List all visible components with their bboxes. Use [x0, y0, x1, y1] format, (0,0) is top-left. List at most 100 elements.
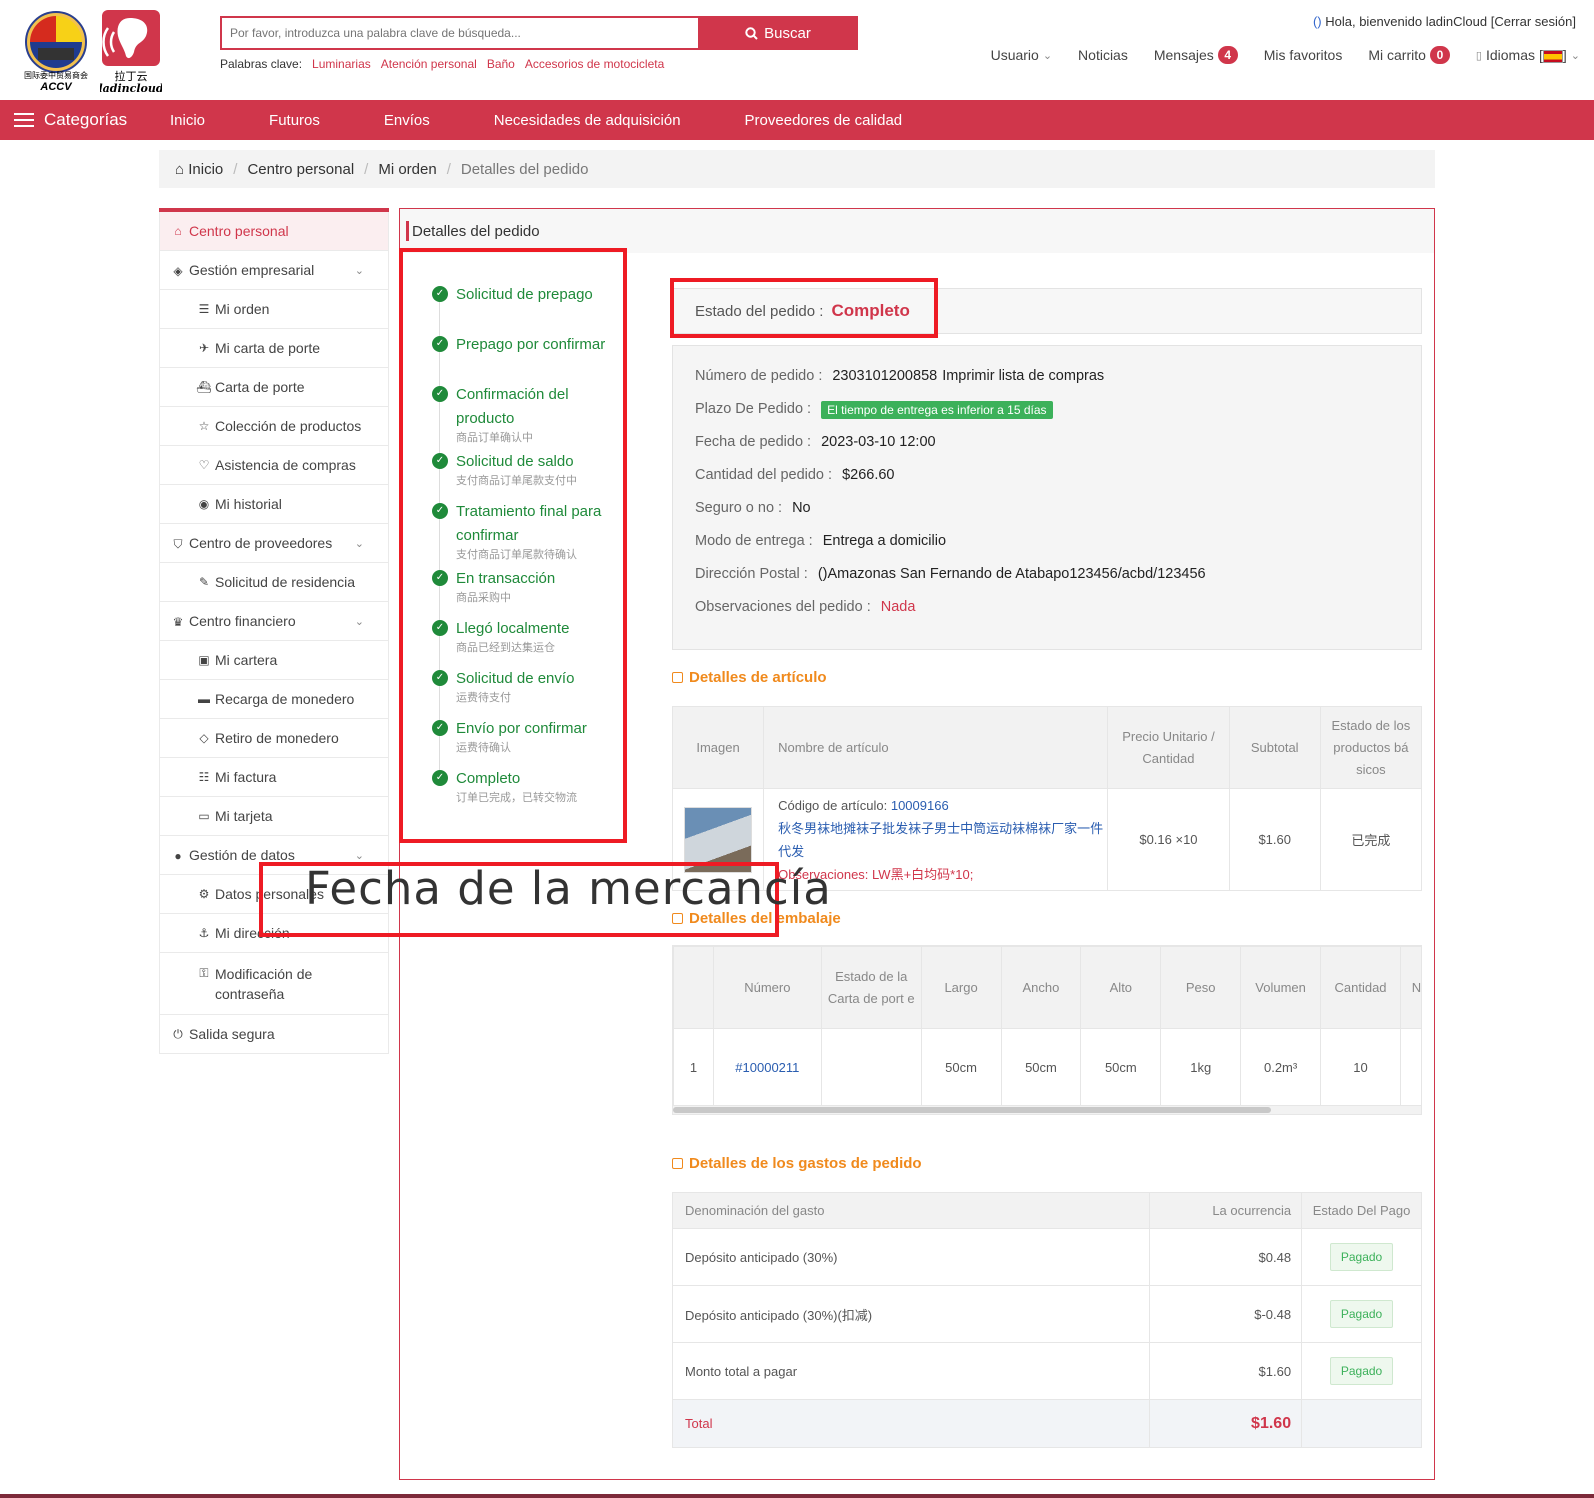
item-status-cell: 已完成: [1319, 788, 1423, 891]
sidebar-item-label: Asistencia de compras: [215, 457, 356, 473]
item-name-link[interactable]: 秋冬男袜地摊袜子批发袜子男士中筒运动袜棉袜厂家一件代发: [778, 817, 1107, 863]
sidebar-item-collection[interactable]: ☆ Colección de productos: [159, 407, 389, 446]
bag-icon: [672, 672, 683, 683]
cell: 50cm: [1080, 1028, 1162, 1106]
col-header: Subtotal: [1228, 706, 1321, 789]
package-number-link[interactable]: #10000211: [712, 1028, 822, 1106]
items-section-title: Detalles de artículo: [672, 669, 827, 686]
order-amount: $266.60: [842, 467, 895, 483]
power-icon: ⏻: [173, 1026, 183, 1041]
messages-badge: 4: [1217, 46, 1238, 64]
nav-shipping[interactable]: Envíos: [384, 112, 430, 129]
breadcrumb-separator: /: [233, 160, 238, 178]
status-badge: Pagado: [1329, 1300, 1394, 1328]
sidebar-item-my-order[interactable]: ☰ Mi orden: [159, 290, 389, 329]
item-price-cell: $0.16 ×10: [1107, 788, 1230, 891]
search-button-label: Buscar: [764, 24, 811, 42]
sidebar-group-business[interactable]: ◈ Gestión empresarial ⌄: [159, 251, 389, 290]
sidebar-item-password[interactable]: ⚿ Modificación de contraseña: [159, 953, 389, 1015]
sidebar-item-logout[interactable]: ⏻ Salida segura: [159, 1015, 389, 1054]
cell: 50cm: [920, 1028, 1002, 1106]
fee-name: Depósito anticipado (30%): [671, 1228, 1151, 1286]
item-subtotal-cell: $1.60: [1228, 788, 1321, 891]
search-button[interactable]: Buscar: [698, 16, 858, 50]
nav-futures[interactable]: Futuros: [269, 112, 320, 129]
breadcrumb-separator: /: [364, 160, 369, 178]
breadcrumb-home[interactable]: ⌂ Inicio: [175, 161, 223, 178]
keyword-link[interactable]: Atención personal: [381, 57, 477, 71]
ship-icon: ⛴: [196, 380, 212, 394]
scrollbar-thumb[interactable]: [673, 1107, 1271, 1113]
logout-link[interactable]: [Cerrar sesión]: [1491, 14, 1576, 29]
sidebar-item-label: Carta de porte: [215, 379, 305, 395]
chevron-down-icon: ⌄: [354, 615, 364, 628]
search-input[interactable]: [220, 16, 698, 50]
keyword-link[interactable]: Accesorios de motocicleta: [525, 57, 664, 71]
sidebar-item-waybill[interactable]: ⛴ Carta de porte: [159, 368, 389, 407]
sidebar-item-recharge[interactable]: ▬ Recarga de monedero: [159, 680, 389, 719]
sidebar-item-label: Gestión empresarial: [189, 262, 315, 278]
accv-logo[interactable]: 国际委中贸易商会 ACCV: [20, 8, 92, 94]
fee-status-cell: Pagado: [1301, 1228, 1422, 1286]
cart-link[interactable]: Mi carrito 0: [1368, 46, 1450, 64]
packing-table-scroll[interactable]: Número Estado de la Carta de port e Larg…: [672, 945, 1422, 1115]
panel-title: Detalles del pedido: [400, 209, 1434, 253]
item-code-link[interactable]: 10009166: [891, 798, 949, 813]
nav-home[interactable]: Inicio: [170, 112, 205, 129]
sidebar-item-residency[interactable]: ✎ Solicitud de residencia: [159, 563, 389, 602]
keyword-link[interactable]: Luminarias: [312, 57, 371, 71]
welcome-text: Hola, bienvenido ladinCloud: [1325, 14, 1488, 29]
sidebar-item-personal-center[interactable]: ⌂ Centro personal: [159, 212, 389, 251]
sidebar-item-withdraw[interactable]: ◇ Retiro de monedero: [159, 719, 389, 758]
cart-badge: 0: [1429, 46, 1450, 64]
heart-icon: ♡: [198, 458, 210, 472]
search-icon: [745, 26, 758, 40]
sidebar-item-label: Modificación de contraseña: [215, 965, 313, 1002]
breadcrumb-orders[interactable]: Mi orden: [378, 161, 436, 178]
messages-link[interactable]: Mensajes 4: [1154, 46, 1238, 64]
breadcrumb-personal[interactable]: Centro personal: [247, 161, 354, 178]
breadcrumb-separator: /: [446, 160, 451, 178]
total-label: Total: [671, 1399, 1151, 1448]
sidebar-item-card[interactable]: ▭ Mi tarjeta: [159, 797, 389, 836]
home-icon: ⌂: [175, 160, 185, 178]
info-row-date: Fecha de pedido : 2023-03-10 12:00: [695, 434, 1421, 467]
annotation-box-status: [670, 278, 938, 338]
table-row: Depósito anticipado (30%)(扣减) $-0.48 Pag…: [671, 1285, 1422, 1343]
flag-icon: []: [1539, 47, 1567, 63]
info-label: Observaciones del pedido :: [695, 599, 871, 615]
fee-name: Monto total a pagar: [671, 1342, 1151, 1400]
print-list-link[interactable]: Imprimir lista de compras: [942, 368, 1104, 384]
sidebar-item-my-waybill[interactable]: ✈ Mi carta de porte: [159, 329, 389, 368]
order-date: 2023-03-10 12:00: [821, 434, 936, 450]
plane-icon: ✈: [198, 341, 210, 355]
sidebar-item-invoice[interactable]: ☷ Mi factura: [159, 758, 389, 797]
cell: 1: [673, 1028, 714, 1106]
news-link[interactable]: Noticias: [1078, 47, 1128, 63]
sidebar-item-shopping-help[interactable]: ♡ Asistencia de compras: [159, 446, 389, 485]
info-label: Modo de entrega :: [695, 533, 813, 549]
nav-procurement[interactable]: Necesidades de adquisición: [494, 112, 681, 129]
breadcrumb: ⌂ Inicio / Centro personal / Mi orden / …: [159, 150, 1435, 188]
chevron-down-icon: ⌄: [354, 537, 364, 550]
keyword-link[interactable]: Baño: [487, 57, 515, 71]
sidebar-item-label: Recarga de monedero: [215, 691, 355, 707]
wrench-icon: ✎: [198, 575, 210, 589]
table-row: 1 #10000211 50cm 50cm 50cm 1kg 0.2m³ 10: [673, 1028, 1421, 1106]
receipt-icon: [672, 1158, 683, 1169]
user-menu[interactable]: Usuario ⌄: [991, 47, 1052, 63]
sidebar-item-label: Mi cartera: [215, 652, 278, 668]
sidebar-group-suppliers[interactable]: ⛉ Centro de proveedores ⌄: [159, 524, 389, 563]
horizontal-scrollbar[interactable]: [673, 1106, 1421, 1114]
categories-menu[interactable]: Categorías: [0, 110, 170, 130]
breadcrumb-home-label: Inicio: [188, 160, 224, 178]
col-header: Estado de los productos bá sicos: [1319, 706, 1423, 789]
language-menu[interactable]: ▯ Idiomas[] ⌄: [1476, 47, 1580, 63]
sidebar-item-wallet[interactable]: ▣ Mi cartera: [159, 641, 389, 680]
favorites-link[interactable]: Mis favoritos: [1264, 47, 1343, 63]
ladincloud-logo[interactable]: 拉丁云 ladincloud: [100, 8, 162, 94]
nav-suppliers[interactable]: Proveedores de calidad: [745, 112, 903, 129]
user-menu-label: Usuario: [990, 47, 1039, 63]
sidebar-group-financial[interactable]: ♛ Centro financiero ⌄: [159, 602, 389, 641]
sidebar-item-history[interactable]: ◉ Mi historial: [159, 485, 389, 524]
